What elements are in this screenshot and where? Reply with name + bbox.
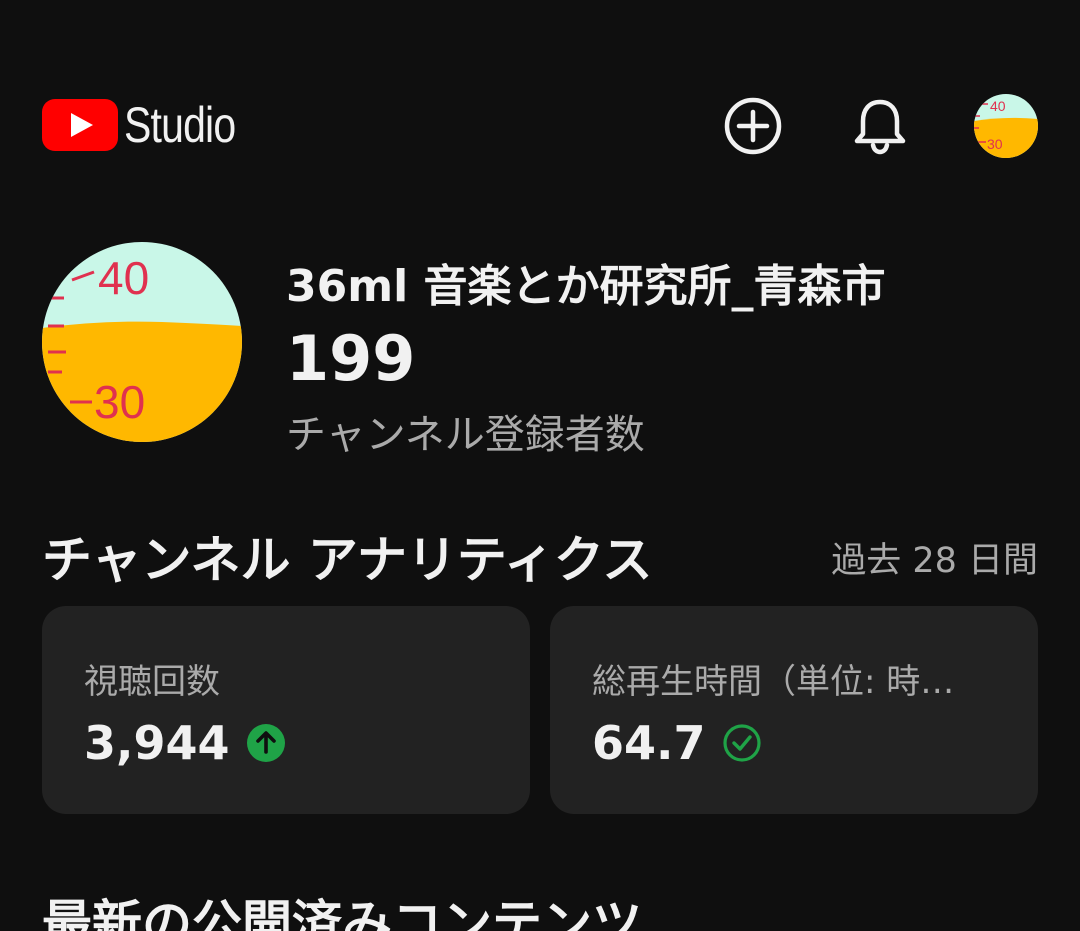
avatar-mark-bottom: 30 bbox=[987, 136, 1003, 152]
brand-text: Studio bbox=[124, 97, 236, 153]
views-label: 視聴回数 bbox=[84, 662, 220, 702]
channel-name: 36ml 音楽とか研究所_青森市 bbox=[286, 261, 886, 312]
app-header: Studio 40 30 bbox=[0, 88, 1080, 168]
avatar-image: 40 30 bbox=[974, 94, 1038, 158]
check-circle-icon bbox=[722, 724, 761, 762]
watch-time-card[interactable]: 総再生時間（単位: 時… 64.7 bbox=[550, 606, 1038, 814]
watch-time-label: 総再生時間（単位: 時… bbox=[592, 662, 955, 702]
create-plus-icon bbox=[724, 97, 782, 155]
latest-content-title: 最新の公開済みコンテンツ bbox=[42, 895, 642, 931]
avatar-mark-40: 40 bbox=[98, 252, 149, 304]
subscriber-count: 199 bbox=[286, 322, 416, 395]
watch-time-value: 64.7 bbox=[592, 716, 706, 770]
channel-avatar-image: 40 30 bbox=[42, 242, 242, 442]
avatar-mark-30: 30 bbox=[94, 376, 145, 428]
youtube-play-icon bbox=[42, 99, 118, 151]
views-card[interactable]: 視聴回数 3,944 bbox=[42, 606, 530, 814]
notifications-button[interactable] bbox=[848, 94, 912, 158]
views-value: 3,944 bbox=[84, 716, 230, 770]
analytics-title: チャンネル アナリティクス bbox=[42, 531, 653, 589]
bell-icon bbox=[854, 99, 906, 155]
create-button[interactable] bbox=[721, 94, 785, 158]
subscriber-label: チャンネル登録者数 bbox=[286, 412, 645, 458]
studio-home: Studio 40 30 40 30 36ml 音楽とか研究所_青森市 199 … bbox=[0, 0, 1080, 931]
arrow-up-circle-icon bbox=[246, 724, 285, 762]
account-avatar[interactable]: 40 30 bbox=[974, 94, 1038, 158]
views-value-row: 3,944 bbox=[84, 716, 286, 770]
watch-time-value-row: 64.7 bbox=[592, 716, 762, 770]
avatar-mark-top: 40 bbox=[990, 98, 1006, 114]
youtube-studio-logo[interactable]: Studio bbox=[42, 96, 260, 154]
channel-avatar[interactable]: 40 30 bbox=[42, 242, 242, 442]
analytics-period: 過去 28 日間 bbox=[831, 541, 1038, 581]
